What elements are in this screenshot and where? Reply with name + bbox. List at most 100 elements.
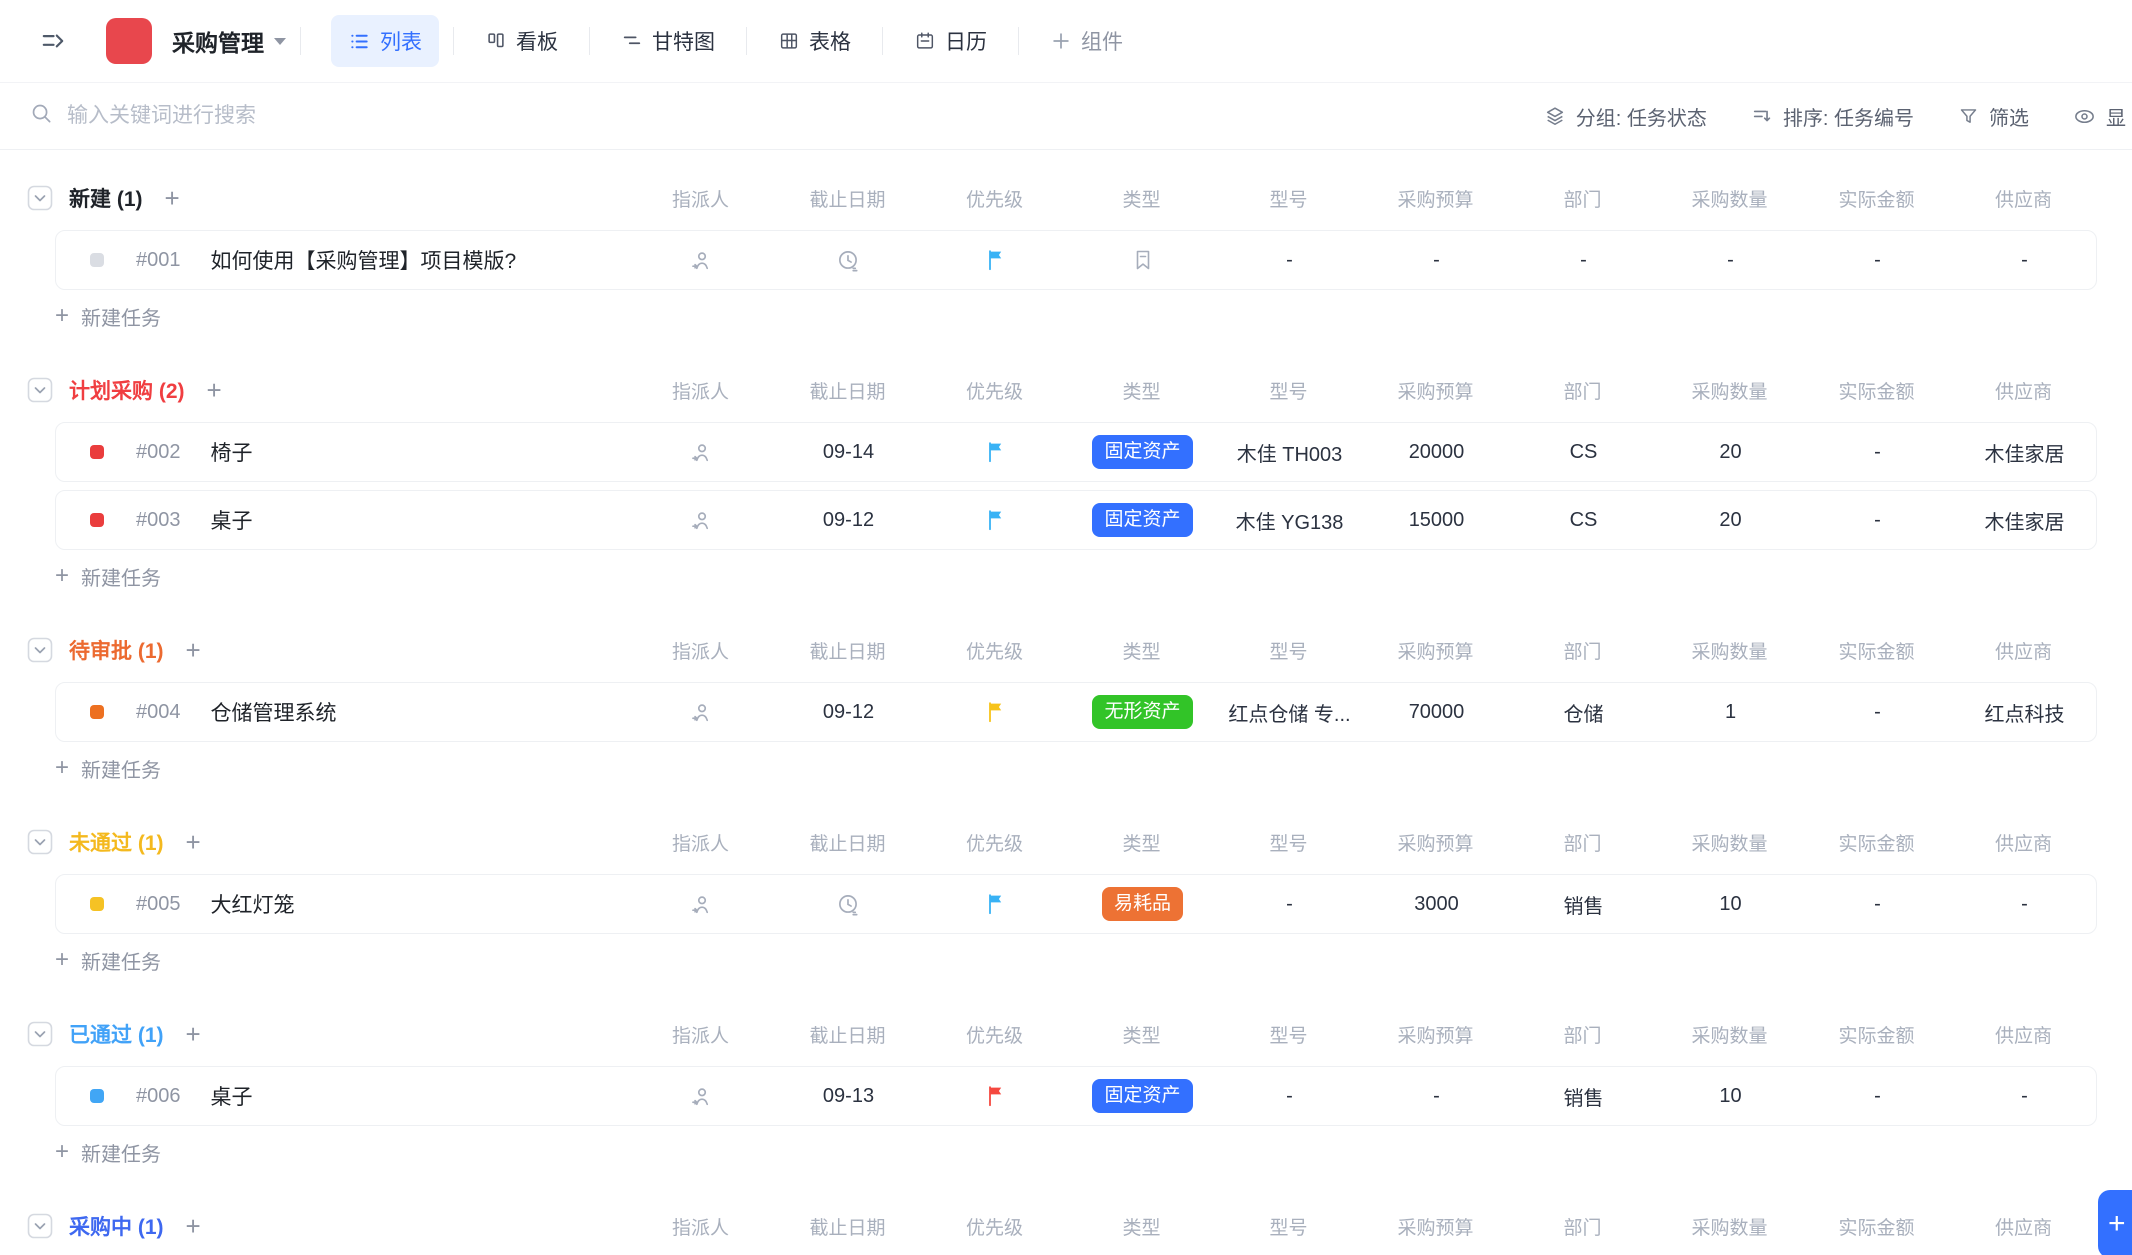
add-task-label: 新建任务 <box>81 302 161 331</box>
task-row[interactable]: #004 仓储管理系统 09-12 无形资产 红点仓储 专... 70000 仓… <box>55 682 2097 742</box>
cell-department: 销售 <box>1510 890 1657 919</box>
status-dot <box>90 253 104 267</box>
group-add-icon[interactable]: + <box>165 185 180 211</box>
column-header: 采购数量 <box>1656 185 1803 212</box>
task-group: 待审批 (1) + 指派人截止日期优先级类型型号采购预算部门采购数量实际金额供应… <box>0 626 2132 788</box>
cell-assignee[interactable] <box>628 1084 775 1109</box>
add-task-button[interactable]: + 新建任务 <box>55 556 315 596</box>
cell-budget: 15000 <box>1363 509 1510 532</box>
person-icon <box>689 440 714 465</box>
group-header: 待审批 (1) + 指派人截止日期优先级类型型号采购预算部门采购数量实际金额供应… <box>0 626 2132 674</box>
group-count: (1) <box>138 640 164 663</box>
group-collapse-toggle[interactable] <box>27 1213 53 1239</box>
group-add-icon[interactable]: + <box>186 829 201 855</box>
priority-flag-icon[interactable] <box>984 508 1008 532</box>
cell-priority[interactable] <box>922 1084 1069 1108</box>
task-id: #003 <box>136 509 181 532</box>
group-add-icon[interactable]: + <box>186 1021 201 1047</box>
sort-control[interactable]: 排序: 任务编号 <box>1751 102 1914 131</box>
plus-icon: + <box>55 564 69 588</box>
add-task-button[interactable]: + 新建任务 <box>55 1132 315 1172</box>
filter-control[interactable]: 筛选 <box>1958 102 2029 131</box>
cell-due-date[interactable]: 09-12 <box>775 701 922 724</box>
cell-assignee[interactable] <box>628 508 775 533</box>
cell-assignee[interactable] <box>628 892 775 917</box>
cell-due-date[interactable] <box>775 892 922 917</box>
group-header: 已通过 (1) + 指派人截止日期优先级类型型号采购预算部门采购数量实际金额供应… <box>0 1010 2132 1058</box>
status-dot <box>90 897 104 911</box>
tab-plus[interactable]: 组件 <box>1033 15 1140 67</box>
cell-due-date[interactable]: 09-13 <box>775 1085 922 1108</box>
tab-table[interactable]: 表格 <box>761 15 868 67</box>
group-collapse-toggle[interactable] <box>27 377 53 403</box>
group-header: 新建 (1) + 指派人截止日期优先级类型型号采购预算部门采购数量实际金额供应商 <box>0 174 2132 222</box>
search-input[interactable] <box>67 104 627 128</box>
cell-model: - <box>1216 249 1363 272</box>
group-count: (2) <box>159 380 185 403</box>
cell-priority[interactable] <box>922 508 1069 532</box>
cell-priority[interactable] <box>922 248 1069 272</box>
cell-type[interactable]: 无形资产 <box>1069 695 1216 729</box>
cell-priority[interactable] <box>922 700 1069 724</box>
column-header: 型号 <box>1215 1213 1362 1240</box>
add-task-button[interactable]: + 新建任务 <box>55 940 315 980</box>
task-row[interactable]: #001 如何使用【采购管理】项目模版? - - - - - - <box>55 230 2097 290</box>
tab-calendar[interactable]: 日历 <box>897 15 1004 67</box>
cell-type[interactable] <box>1069 248 1216 272</box>
priority-flag-icon[interactable] <box>984 700 1008 724</box>
cell-assignee[interactable] <box>628 440 775 465</box>
group-collapse-toggle[interactable] <box>27 829 53 855</box>
task-row[interactable]: #005 大红灯笼 易耗品 - 3000 销售 10 - - <box>55 874 2097 934</box>
cell-type[interactable]: 固定资产 <box>1069 1079 1216 1113</box>
group-by-control[interactable]: 分组: 任务状态 <box>1544 102 1707 131</box>
cell-type[interactable]: 易耗品 <box>1069 887 1216 921</box>
divider <box>1018 27 1019 55</box>
column-header: 供应商 <box>1950 1213 2097 1240</box>
cell-assignee[interactable] <box>628 700 775 725</box>
display-control[interactable]: 显 <box>2073 102 2126 131</box>
due-date: 09-14 <box>823 441 874 463</box>
priority-flag-icon[interactable] <box>984 440 1008 464</box>
cell-type[interactable]: 固定资产 <box>1069 503 1216 537</box>
column-header: 指派人 <box>627 185 774 212</box>
cell-priority[interactable] <box>922 892 1069 916</box>
priority-flag-icon[interactable] <box>984 1084 1008 1108</box>
priority-flag-icon[interactable] <box>984 892 1008 916</box>
add-task-button[interactable]: + 新建任务 <box>55 748 315 788</box>
column-header: 供应商 <box>1950 377 2097 404</box>
group-collapse-toggle[interactable] <box>27 637 53 663</box>
bookmark-icon <box>1131 248 1155 272</box>
column-header: 类型 <box>1068 829 1215 856</box>
group-name: 已通过 (1) <box>69 1019 164 1049</box>
priority-flag-icon[interactable] <box>984 248 1008 272</box>
group-add-icon[interactable]: + <box>186 1213 201 1239</box>
column-header: 类型 <box>1068 185 1215 212</box>
sidebar-expand-icon[interactable] <box>36 24 70 58</box>
cell-priority[interactable] <box>922 440 1069 464</box>
cell-department: CS <box>1510 441 1657 464</box>
tab-list[interactable]: 列表 <box>331 15 439 67</box>
cell-actual-amount: - <box>1804 701 1951 724</box>
tab-gantt[interactable]: 甘特图 <box>604 15 732 67</box>
group-collapse-toggle[interactable] <box>27 185 53 211</box>
cell-assignee[interactable] <box>628 248 775 273</box>
cell-due-date[interactable]: 09-12 <box>775 509 922 532</box>
tab-kanban[interactable]: 看板 <box>468 15 575 67</box>
floating-add-button[interactable]: + <box>2098 1190 2132 1255</box>
calendar-icon <box>914 30 936 52</box>
task-row[interactable]: #002 椅子 09-14 固定资产 木佳 TH003 20000 CS 20 … <box>55 422 2097 482</box>
group-collapse-toggle[interactable] <box>27 1021 53 1047</box>
add-task-label: 新建任务 <box>81 946 161 975</box>
task-row[interactable]: #006 桌子 09-13 固定资产 - - 销售 10 - - <box>55 1066 2097 1126</box>
cell-type[interactable]: 固定资产 <box>1069 435 1216 469</box>
group-add-icon[interactable]: + <box>207 377 222 403</box>
group-add-icon[interactable]: + <box>186 637 201 663</box>
project-logo[interactable] <box>106 18 152 64</box>
cell-due-date[interactable] <box>775 248 922 273</box>
add-task-button[interactable]: + 新建任务 <box>55 296 315 336</box>
cell-due-date[interactable]: 09-14 <box>775 441 922 464</box>
task-row[interactable]: #003 桌子 09-12 固定资产 木佳 YG138 15000 CS 20 … <box>55 490 2097 550</box>
table-icon <box>778 30 800 52</box>
gantt-icon <box>621 30 643 52</box>
project-title-menu[interactable]: 采购管理 <box>172 24 286 58</box>
